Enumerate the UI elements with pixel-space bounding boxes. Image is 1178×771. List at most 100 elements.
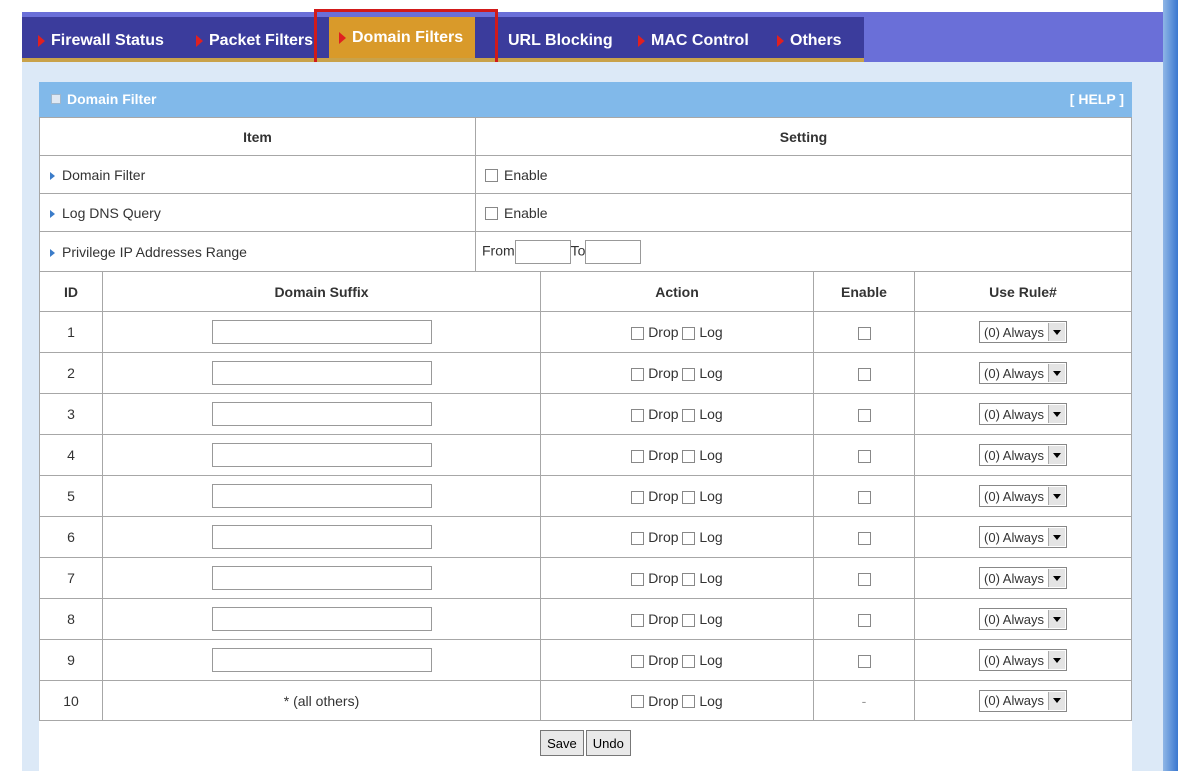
domain-suffix-input[interactable] bbox=[211, 320, 432, 344]
tab-packet-filters[interactable]: Packet Filters bbox=[196, 28, 313, 54]
enable-placeholder: - bbox=[813, 680, 915, 721]
log-checkbox[interactable] bbox=[682, 531, 696, 545]
domain-suffix-input[interactable] bbox=[211, 525, 432, 549]
log-checkbox[interactable] bbox=[682, 654, 696, 668]
log-label: Log bbox=[699, 570, 723, 586]
from-label: From bbox=[482, 242, 515, 259]
col-header-enable: Enable bbox=[813, 271, 915, 312]
domain-suffix-input[interactable] bbox=[211, 484, 432, 508]
chevron-down-icon bbox=[1047, 651, 1065, 669]
log-label: Log bbox=[699, 692, 723, 709]
drop-checkbox[interactable] bbox=[631, 326, 645, 340]
table-row: 5 Drop Log (0) Always bbox=[39, 475, 1132, 517]
domain-suffix-input[interactable] bbox=[211, 648, 432, 672]
log-label: Log bbox=[699, 447, 723, 463]
drop-checkbox[interactable] bbox=[631, 695, 645, 709]
chevron-down-icon bbox=[1047, 528, 1065, 546]
enable-checkbox[interactable] bbox=[857, 490, 871, 504]
domain-suffix-input[interactable] bbox=[211, 402, 432, 426]
log-checkbox[interactable] bbox=[682, 490, 696, 504]
panel-title: Domain Filter bbox=[67, 91, 157, 107]
enable-checkbox[interactable] bbox=[857, 572, 871, 586]
use-rule-select[interactable]: (0) Always bbox=[979, 485, 1067, 507]
drop-checkbox[interactable] bbox=[631, 531, 645, 545]
enable-label: Enable bbox=[504, 204, 548, 221]
enable-checkbox[interactable] bbox=[857, 326, 871, 340]
row-id: 4 bbox=[39, 434, 103, 476]
log-checkbox[interactable] bbox=[682, 449, 696, 463]
drop-checkbox[interactable] bbox=[631, 449, 645, 463]
page: Firewall Status Packet Filters Domain Fi… bbox=[0, 0, 1178, 771]
to-label: To bbox=[570, 242, 586, 259]
log-dns-enable-checkbox[interactable] bbox=[485, 207, 498, 221]
triangle-icon bbox=[50, 171, 55, 180]
drop-checkbox[interactable] bbox=[631, 490, 645, 504]
log-checkbox[interactable] bbox=[682, 613, 696, 627]
drop-checkbox[interactable] bbox=[631, 408, 645, 422]
row-id: 10 bbox=[39, 680, 103, 721]
domain-suffix-input[interactable] bbox=[211, 361, 432, 385]
use-rule-select[interactable]: (0) Always bbox=[979, 444, 1067, 466]
domain-suffix-input[interactable] bbox=[211, 607, 432, 631]
undo-button[interactable]: Undo bbox=[585, 730, 631, 756]
tab-others[interactable]: Others bbox=[777, 28, 842, 54]
use-rule-select[interactable]: (0) Always bbox=[979, 689, 1067, 712]
drop-label: Drop bbox=[648, 570, 679, 586]
table-row: 3 Drop Log (0) Always bbox=[39, 393, 1132, 435]
drop-checkbox[interactable] bbox=[631, 654, 645, 668]
log-label: Log bbox=[699, 488, 723, 504]
use-rule-select[interactable]: (0) Always bbox=[979, 608, 1067, 630]
table-row: 6 Drop Log (0) Always bbox=[39, 516, 1132, 558]
log-checkbox[interactable] bbox=[682, 695, 696, 709]
ip-from-input[interactable] bbox=[514, 239, 571, 264]
use-rule-select[interactable]: (0) Always bbox=[979, 362, 1067, 384]
log-label: Log bbox=[699, 365, 723, 381]
log-checkbox[interactable] bbox=[682, 408, 696, 422]
enable-checkbox[interactable] bbox=[857, 654, 871, 668]
panel-header: Domain Filter [ HELP ] bbox=[39, 82, 1132, 117]
left-margin bbox=[0, 0, 22, 771]
arrow-icon bbox=[638, 35, 645, 47]
enable-checkbox[interactable] bbox=[857, 531, 871, 545]
table-row: 9 Drop Log (0) Always bbox=[39, 639, 1132, 681]
use-rule-select[interactable]: (0) Always bbox=[979, 321, 1067, 343]
row-id: 6 bbox=[39, 516, 103, 558]
log-checkbox[interactable] bbox=[682, 326, 696, 340]
drop-checkbox[interactable] bbox=[631, 572, 645, 586]
triangle-icon bbox=[50, 209, 55, 218]
setting-label-privilege-ip: Privilege IP Addresses Range bbox=[39, 231, 476, 272]
tab-mac-control[interactable]: MAC Control bbox=[638, 28, 749, 54]
chevron-down-icon bbox=[1047, 610, 1065, 628]
domain-suffix-input[interactable] bbox=[211, 443, 432, 467]
drop-label: Drop bbox=[648, 611, 679, 627]
settings-table: Item Setting Domain Filter Enable Log DN… bbox=[39, 117, 1132, 272]
tab-url-blocking[interactable]: URL Blocking bbox=[508, 28, 613, 54]
enable-checkbox[interactable] bbox=[857, 367, 871, 381]
chevron-down-icon bbox=[1047, 405, 1065, 423]
use-rule-select[interactable]: (0) Always bbox=[979, 567, 1067, 589]
log-checkbox[interactable] bbox=[682, 572, 696, 586]
enable-checkbox[interactable] bbox=[857, 613, 871, 627]
table-row: 2 Drop Log (0) Always bbox=[39, 352, 1132, 394]
help-link[interactable]: [ HELP ] bbox=[1070, 91, 1124, 107]
ip-to-input[interactable] bbox=[585, 239, 642, 264]
table-row: 8 Drop Log (0) Always bbox=[39, 598, 1132, 640]
enable-label: Enable bbox=[504, 166, 548, 183]
use-rule-select[interactable]: (0) Always bbox=[979, 403, 1067, 425]
log-label: Log bbox=[699, 406, 723, 422]
enable-checkbox[interactable] bbox=[857, 449, 871, 463]
use-rule-select[interactable]: (0) Always bbox=[979, 649, 1067, 671]
domain-filter-enable-checkbox[interactable] bbox=[485, 169, 498, 183]
chevron-down-icon bbox=[1047, 569, 1065, 587]
arrow-icon bbox=[777, 35, 784, 47]
rules-table: ID Domain Suffix Action Enable Use Rule#… bbox=[39, 271, 1132, 721]
enable-checkbox[interactable] bbox=[857, 408, 871, 422]
use-rule-select[interactable]: (0) Always bbox=[979, 526, 1067, 548]
chevron-down-icon bbox=[1047, 446, 1065, 464]
drop-checkbox[interactable] bbox=[631, 613, 645, 627]
tab-firewall-status[interactable]: Firewall Status bbox=[38, 28, 164, 54]
drop-checkbox[interactable] bbox=[631, 367, 645, 381]
log-checkbox[interactable] bbox=[682, 367, 696, 381]
save-button[interactable]: Save bbox=[540, 730, 584, 756]
domain-suffix-input[interactable] bbox=[211, 566, 432, 590]
